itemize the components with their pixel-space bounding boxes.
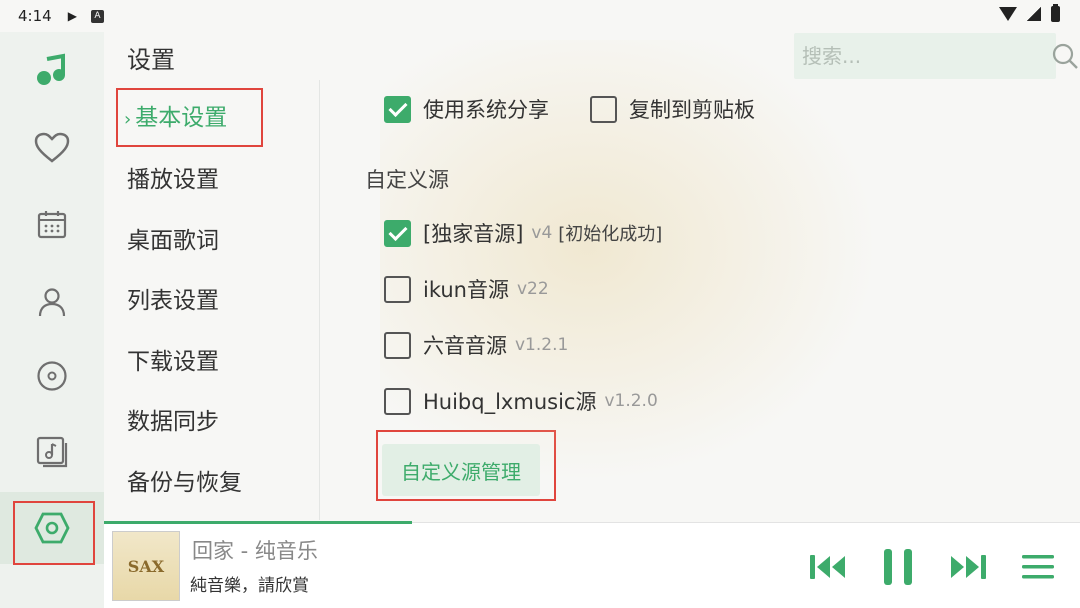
search-input[interactable]	[794, 44, 1051, 68]
pause-icon[interactable]	[878, 547, 918, 587]
source-name: Huibq_lxmusic源	[423, 390, 597, 414]
next-track-icon[interactable]	[948, 547, 988, 587]
source-version: v4	[531, 223, 553, 243]
source-name: [独家音源]	[423, 222, 524, 246]
settings-nav: › 基本设置 播放设置 桌面歌词 列表设置 下载设置 数据同步 备份与恢复	[104, 80, 320, 520]
search-box[interactable]	[794, 33, 1078, 79]
source-checkbox[interactable]	[384, 387, 411, 415]
album-cover[interactable]: SAX	[112, 531, 180, 601]
source-version: v22	[516, 279, 549, 299]
source-version: v1.2.0	[604, 391, 658, 411]
calendar-icon[interactable]	[22, 194, 82, 254]
source-name: 六音音源	[423, 334, 507, 358]
chevron-right-icon: ›	[124, 109, 132, 130]
cellular-icon	[1027, 7, 1041, 21]
notification-a-icon: A	[90, 9, 104, 23]
settings-nav-item-basic[interactable]: › 基本设置	[124, 98, 227, 132]
favorite-heart-icon[interactable]	[22, 118, 82, 178]
source-checkbox[interactable]	[384, 331, 411, 359]
music-logo-icon[interactable]	[22, 40, 82, 100]
source-item[interactable]: ikun音源 v22	[384, 274, 549, 304]
source-item[interactable]: 六音音源 v1.2.1	[384, 330, 568, 360]
settings-nav-item-backup[interactable]: 备份与恢复	[127, 463, 242, 497]
source-status: [初始化成功]	[558, 224, 663, 245]
share-label: 使用系统分享	[423, 98, 549, 122]
playback-progress-bar[interactable]	[104, 521, 413, 524]
custom-source-manage-button[interactable]: 自定义源管理	[382, 444, 540, 496]
player-bar: SAX 回家 - 纯音乐 純音樂，請欣賞	[104, 521, 1080, 608]
search-icon[interactable]	[1051, 42, 1079, 70]
settings-nav-item-desktop-lyrics[interactable]: 桌面歌词	[127, 221, 219, 255]
source-item[interactable]: [独家音源] v4 [初始化成功]	[384, 218, 662, 248]
share-option[interactable]: 使用系统分享	[384, 94, 549, 124]
playlist-menu-icon[interactable]	[1018, 547, 1058, 587]
cover-text: SAX	[127, 556, 165, 576]
settings-nav-item-download[interactable]: 下载设置	[127, 342, 219, 376]
wifi-icon	[999, 7, 1017, 21]
settings-nav-item-sync[interactable]: 数据同步	[127, 402, 219, 436]
settings-nav-item-list[interactable]: 列表设置	[127, 281, 219, 315]
highlight-settings-icon	[13, 501, 95, 565]
previous-track-icon[interactable]	[808, 547, 848, 587]
battery-icon	[1051, 4, 1060, 22]
settings-content: 使用系统分享 复制到剪贴板 自定义源 [独家音源] v4 [初始化成功] iku…	[320, 80, 1080, 520]
clipboard-label: 复制到剪贴板	[629, 98, 755, 122]
custom-source-heading: 自定义源	[365, 168, 449, 192]
settings-nav-label: 基本设置	[135, 105, 228, 131]
page-title: 设置	[127, 46, 175, 74]
clipboard-checkbox[interactable]	[590, 95, 617, 123]
source-name: ikun音源	[423, 278, 509, 302]
source-item[interactable]: Huibq_lxmusic源 v1.2.0	[384, 386, 658, 416]
share-checkbox[interactable]	[384, 95, 411, 123]
clipboard-option[interactable]: 复制到剪贴板	[590, 94, 755, 124]
source-checkbox[interactable]	[384, 219, 411, 247]
status-right-icons	[999, 4, 1060, 22]
song-title[interactable]: 回家 - 纯音乐	[192, 535, 318, 565]
music-library-icon[interactable]	[22, 422, 82, 482]
song-lyric-line: 純音樂，請欣賞	[190, 576, 309, 596]
play-indicator-icon: ▶	[67, 9, 77, 23]
status-time: 4:14	[18, 7, 52, 25]
status-bar: 4:14 ▶ A	[0, 0, 1080, 32]
source-version: v1.2.1	[515, 335, 569, 355]
source-checkbox[interactable]	[384, 275, 411, 303]
user-icon[interactable]	[22, 272, 82, 332]
settings-nav-item-playback[interactable]: 播放设置	[127, 160, 219, 194]
disc-icon[interactable]	[22, 346, 82, 406]
